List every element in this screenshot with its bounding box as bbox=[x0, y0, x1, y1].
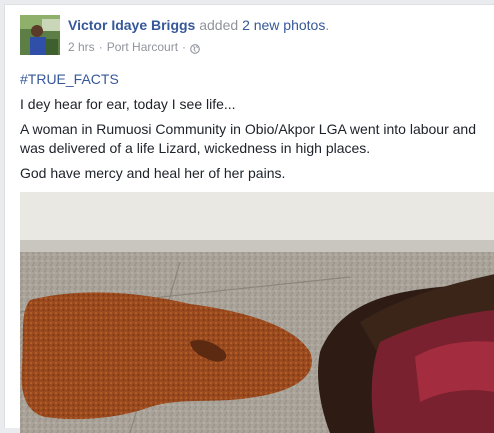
hashtag-link[interactable]: #TRUE_FACTS bbox=[20, 71, 119, 87]
meta-separator-2: · bbox=[182, 40, 187, 54]
post-paragraph: God have mercy and heal her of her pains… bbox=[20, 165, 286, 181]
post-meta: 2 hrs · Port Harcourt · bbox=[68, 39, 200, 55]
post-paragraph: A woman in Rumuosi Community in Obio/Akp… bbox=[20, 121, 477, 156]
author-link[interactable]: Victor Idaye Briggs bbox=[68, 17, 195, 33]
post-body: #TRUE_FACTS I dey hear for ear, today I … bbox=[20, 70, 485, 189]
timestamp[interactable]: 2 hrs bbox=[68, 39, 95, 55]
avatar[interactable] bbox=[20, 15, 60, 55]
meta-separator: · bbox=[98, 40, 103, 54]
new-photos-link[interactable]: 2 new photos bbox=[242, 17, 325, 33]
globe-icon[interactable] bbox=[190, 42, 200, 54]
feed-post: Victor Idaye Briggs added 2 new photos. … bbox=[4, 4, 494, 433]
action-prefix: added bbox=[199, 17, 239, 33]
post-paragraph: I dey hear for ear, today I see life... bbox=[20, 96, 236, 112]
post-photo[interactable] bbox=[20, 192, 494, 433]
post-header: Victor Idaye Briggs added 2 new photos. bbox=[68, 16, 329, 34]
action-suffix: . bbox=[325, 17, 330, 33]
location-link[interactable]: Port Harcourt bbox=[107, 39, 178, 55]
